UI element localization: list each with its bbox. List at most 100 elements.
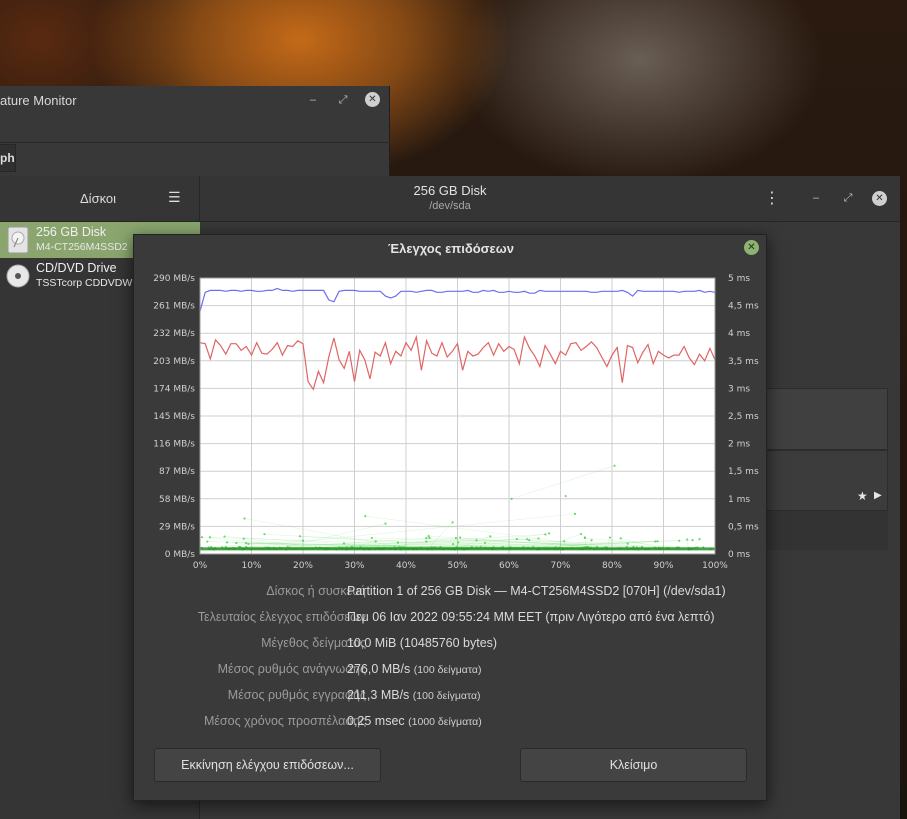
y-right-tick-label: 3,5 ms [728,357,759,367]
play-icon[interactable]: ▶ [874,490,882,501]
y-right-tick-label: 5 ms [728,274,750,284]
y-right-tick-label: 4,5 ms [728,302,759,312]
y-right-tick-label: 0 ms [728,550,750,560]
info-label: Τελευταίος έλεγχος επιδόσεων [197,610,366,624]
access-time-point [483,541,487,545]
access-time-point [515,537,518,541]
y-right-tick-label: 0,5 ms [728,522,759,532]
y-left-tick-label: 261 MB/s [153,302,195,312]
info-sample-count: (100 δείγματα) [412,690,481,702]
maximize-icon[interactable]: ⤢ [335,92,351,108]
access-time-point [225,541,229,544]
tab-bar-divider [0,142,390,143]
benchmark-chart-svg: 0% 10% 20% 30% 40% 50% 60% 70% 80% 90% 100% 0 MB/s 0… [153,274,759,571]
benchmark-chart: 0% 10% 20% 30% 40% 50% 60% 70% 80% 90% 100% 0 MB/s 0… [134,267,768,577]
close-icon[interactable]: ✕ [872,191,887,206]
access-time-point [384,522,387,525]
info-row-write-rate: Μέσος ρυθμός εγγραφής 211,3 MB/s (100 δε… [134,688,768,708]
access-time-point [457,541,460,544]
access-time-point [451,521,454,524]
access-time-point [579,532,583,536]
y-right-tick-label: 4 ms [728,329,750,339]
y-right-tick-label: 1 ms [728,495,750,505]
info-row-read-rate: Μέσος ρυθμός ανάγνωσης 276,0 MB/s (100 δ… [134,662,768,682]
drive-harddisk-icon [7,226,29,254]
access-time-point [613,464,616,467]
y-right-tick-label: 2 ms [728,440,750,450]
optical-drive-icon [6,264,30,288]
access-time-point [364,515,367,518]
access-time-point [564,494,567,498]
access-time-point [206,540,209,543]
temperature-monitor-window[interactable]: ature Monitor ‒ ⤢ ✕ ph [0,86,390,178]
close-button[interactable]: Κλείσιμο [520,748,747,782]
access-time-point [528,538,531,542]
access-time-point [489,535,492,538]
y-left-tick-label: 58 MB/s [159,495,195,505]
access-time-point [537,537,540,540]
access-time-point [223,535,226,538]
menu-icon[interactable]: ☰ [168,190,181,206]
access-time-point [459,536,462,539]
access-time-point [573,512,577,515]
volume-map-segment[interactable] [766,388,888,450]
access-time-point [342,542,346,545]
access-time-point [510,497,513,500]
access-time-point [583,536,586,539]
y-left-tick-label: 87 MB/s [159,467,195,477]
disk-name: CD/DVD Drive [36,261,117,275]
access-time-point [425,537,428,540]
access-time-point [686,538,689,541]
minimize-icon[interactable]: ‒ [808,190,824,206]
volume-toolbar [766,510,888,550]
info-label: Μέσος ρυθμός εγγραφής [227,688,366,702]
access-time-point [691,538,694,542]
x-tick-label: 90% [653,561,673,571]
access-time-point [244,542,248,545]
disk-name: 256 GB Disk [36,225,107,239]
disk-title: 256 GB Disk [413,183,487,198]
info-value: 276,0 MB/s (100 δείγματα) [347,662,481,676]
more-options-icon[interactable]: ⋮ [764,188,780,207]
x-tick-label: 100% [702,561,728,571]
access-time-point [698,538,701,541]
access-time-point [301,539,305,542]
info-value: Πεμ 06 Ιαν 2022 09:55:24 MM EET (πριν Λι… [347,610,715,624]
header-bar: Δίσκοι ☰ 256 GB Disk /dev/sda ⋮ ‒ ⤢ ✕ [0,176,900,222]
info-row-access-time: Μέσος χρόνος προσπέλασης 0,25 msec (1000… [134,714,768,734]
info-value: 211,3 MB/s (100 δείγματα) [347,688,481,702]
info-value-main: 276,0 MB/s [347,662,411,676]
start-benchmark-button[interactable]: Εκκίνηση ελέγχου επιδόσεων... [154,748,381,782]
close-icon[interactable]: ✕ [365,92,380,107]
y-right-tick-label: 3 ms [728,384,750,394]
access-time-point [370,536,373,540]
access-time-point [427,534,430,538]
tab-graph[interactable]: ph [0,144,16,172]
close-icon[interactable]: ✕ [744,240,759,255]
info-row-device: Δίσκος ή συσκευή Partition 1 of 256 GB D… [134,584,768,604]
access-time-point [544,533,547,536]
x-tick-label: 20% [293,561,313,571]
star-icon[interactable]: ★ [857,489,868,503]
access-time-point [626,542,629,545]
info-row-sample-size: Μέγεθος δείγματος 10,0 MiB (10485760 byt… [134,636,768,656]
sidebar-title: Δίσκοι [80,191,117,206]
access-time-point [242,537,245,540]
y-right-tick-label: 2,5 ms [728,412,759,422]
access-time-point [678,539,681,542]
x-tick-label: 30% [344,561,364,571]
maximize-icon[interactable]: ⤢ [840,190,856,206]
y-left-tick-label: 232 MB/s [153,329,195,339]
access-time-point [235,541,238,545]
access-time-point [243,517,246,520]
access-time-point [208,536,212,539]
minimize-icon[interactable]: ‒ [305,92,321,108]
info-value-main: 211,3 MB/s [347,688,410,702]
access-time-point [526,538,529,541]
access-time-point [608,536,612,539]
info-label: Μέσος χρόνος προσπέλασης [203,714,366,728]
access-time-point [548,532,551,535]
info-value: 10,0 MiB (10485760 bytes) [347,636,498,650]
y-left-tick-label: 290 MB/s [153,274,195,284]
access-time-point [298,535,302,538]
